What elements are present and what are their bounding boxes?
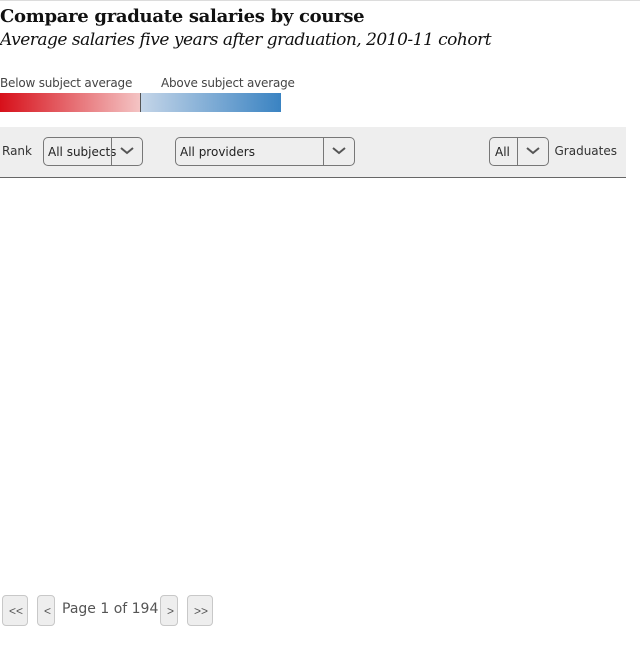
- rank-column-header: Rank: [2, 144, 32, 158]
- legend-below-label: Below subject average: [0, 76, 133, 90]
- top-divider: [0, 0, 640, 1]
- page-title: Compare graduate salaries by course: [0, 6, 365, 27]
- subject-select[interactable]: All subjects: [43, 137, 143, 166]
- legend-above-gradient: [141, 93, 281, 112]
- subject-select-toggle[interactable]: [111, 138, 142, 165]
- last-page-button[interactable]: >>: [187, 595, 213, 626]
- page-status: Page 1 of 194: [62, 601, 159, 617]
- first-page-button[interactable]: <<: [2, 595, 28, 626]
- legend-average-marker: [140, 93, 141, 112]
- chevron-down-icon: [332, 147, 346, 155]
- filter-bar: Rank All subjects All providers All Grad…: [0, 127, 626, 178]
- legend-above-label: Above subject average: [161, 76, 295, 90]
- provider-select-value: All providers: [180, 145, 255, 159]
- provider-select-toggle[interactable]: [323, 138, 354, 165]
- chevron-down-icon: [120, 147, 134, 155]
- graduates-select[interactable]: All: [489, 137, 549, 166]
- graduates-select-toggle[interactable]: [517, 138, 548, 165]
- next-page-button[interactable]: >: [160, 595, 178, 626]
- provider-select[interactable]: All providers: [175, 137, 355, 166]
- previous-page-button[interactable]: <: [37, 595, 55, 626]
- page-subtitle: Average salaries five years after gradua…: [0, 30, 492, 50]
- chevron-down-icon: [526, 147, 540, 155]
- legend-below-gradient: [0, 93, 140, 112]
- graduates-select-value: All: [495, 145, 510, 159]
- subject-select-value: All subjects: [48, 145, 117, 159]
- graduates-column-header: Graduates: [554, 144, 617, 158]
